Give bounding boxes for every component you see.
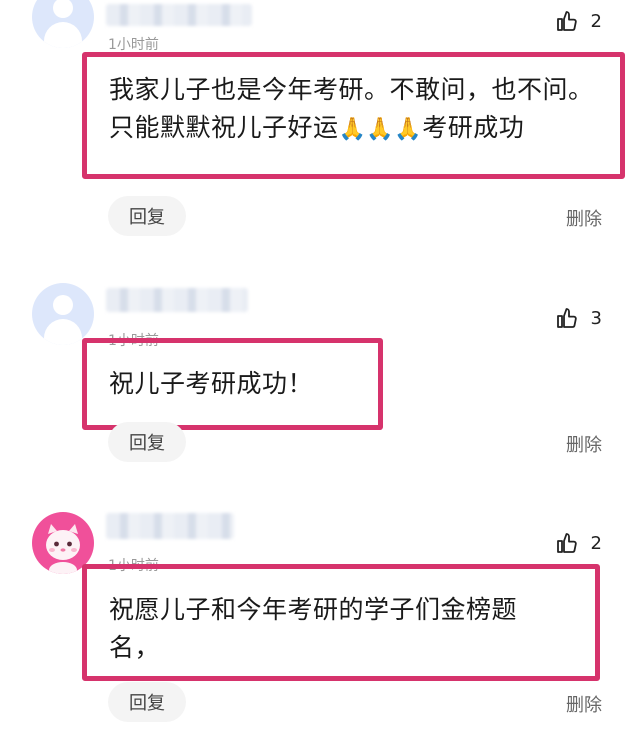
user-avatar[interactable] bbox=[32, 283, 94, 345]
delete-button[interactable]: 删除 bbox=[566, 431, 602, 457]
thumbs-up-icon bbox=[556, 11, 577, 31]
like-count: 2 bbox=[590, 532, 602, 554]
like-count: 2 bbox=[590, 10, 602, 32]
comment-text: 祝愿儿子和今年考研的学子们金榜题名， bbox=[82, 564, 600, 681]
delete-button[interactable]: 删除 bbox=[566, 691, 602, 717]
reply-button[interactable]: 回复 bbox=[108, 422, 186, 462]
username-blurred[interactable] bbox=[106, 513, 234, 539]
thumbs-up-icon bbox=[556, 533, 577, 553]
username-blurred[interactable] bbox=[106, 4, 252, 26]
reply-button[interactable]: 回复 bbox=[108, 196, 186, 236]
default-user-icon bbox=[53, 295, 73, 315]
comment-item: 1小时前 2 我家儿子也是今年考研。不敢问，也不问。只能默默祝儿子好运🙏🙏🙏考研… bbox=[0, 0, 640, 250]
like-count: 3 bbox=[590, 307, 602, 329]
thumbs-up-icon bbox=[556, 308, 577, 328]
user-avatar[interactable] bbox=[32, 0, 94, 48]
default-user-icon bbox=[53, 0, 73, 18]
like-button[interactable]: 2 bbox=[555, 531, 602, 555]
comment-text: 我家儿子也是今年考研。不敢问，也不问。只能默默祝儿子好运🙏🙏🙏考研成功 bbox=[82, 52, 625, 179]
like-button[interactable]: 2 bbox=[555, 9, 602, 33]
delete-button[interactable]: 删除 bbox=[566, 205, 602, 231]
comment-text: 祝儿子考研成功！ bbox=[82, 338, 383, 430]
username-blurred[interactable] bbox=[106, 288, 248, 312]
reply-button[interactable]: 回复 bbox=[108, 682, 186, 722]
comment-time: 1小时前 bbox=[108, 37, 159, 53]
praying-hands-emoji: 🙏🙏🙏 bbox=[338, 117, 423, 142]
like-button[interactable]: 3 bbox=[555, 306, 602, 330]
